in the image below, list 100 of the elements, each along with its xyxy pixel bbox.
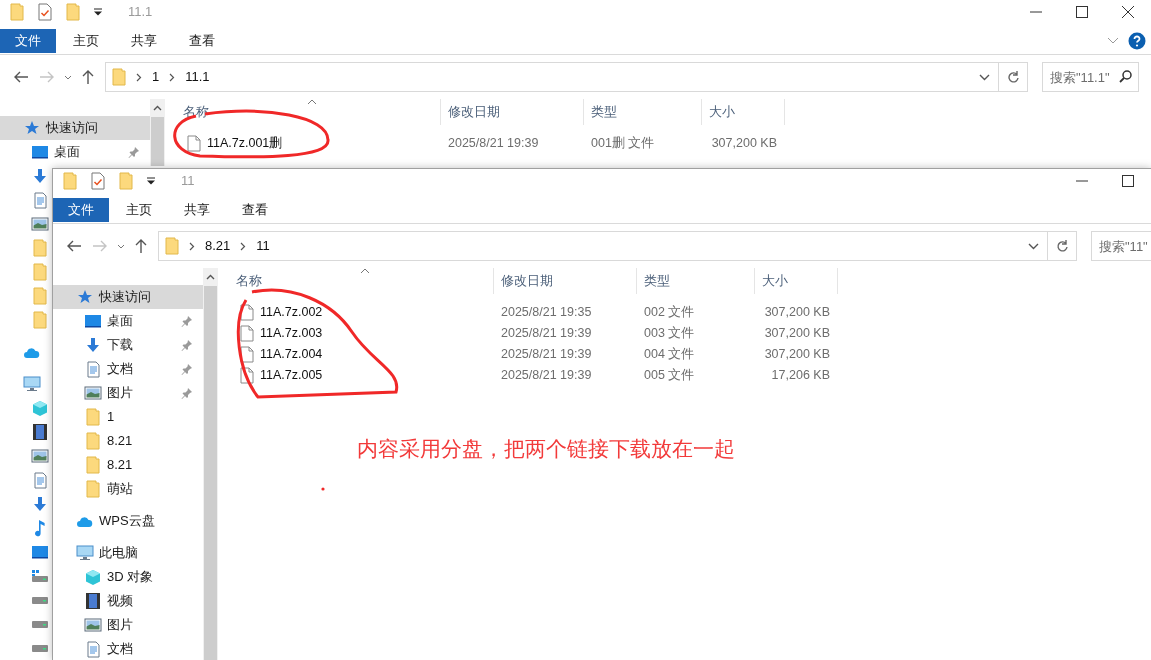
document-icon xyxy=(85,360,101,378)
ribbon-tab[interactable]: 文件 xyxy=(53,197,109,222)
music-note-icon xyxy=(33,519,47,537)
properties-icon[interactable] xyxy=(91,172,105,190)
nav-item[interactable]: 文档 xyxy=(107,359,133,379)
ribbon-tab[interactable]: 共享 xyxy=(169,197,225,222)
nav-item[interactable]: 桌面 xyxy=(54,142,80,162)
chevron-right-icon xyxy=(169,72,176,82)
scrollbar[interactable] xyxy=(203,268,218,660)
nav-item[interactable]: 3D 对象 xyxy=(107,567,154,587)
scrollbar-thumb[interactable] xyxy=(151,117,164,166)
address-bar[interactable]: 1 11.1 xyxy=(105,62,999,92)
nav-item[interactable]: WPS云盘 xyxy=(99,511,155,531)
pin-icon[interactable] xyxy=(181,387,193,399)
address-bar[interactable]: 8.21 11 xyxy=(158,231,1048,261)
chevron-right-icon xyxy=(136,72,142,82)
pin-icon[interactable] xyxy=(128,146,140,158)
ribbon-tab[interactable]: 主页 xyxy=(111,197,167,222)
search-icon xyxy=(1119,70,1132,83)
up-arrow-icon[interactable] xyxy=(82,70,94,84)
file-size: 17,206 KB xyxy=(771,368,830,383)
dropdown-arrow-icon[interactable] xyxy=(147,177,155,185)
maximize-icon[interactable] xyxy=(1076,6,1088,18)
folder-icon xyxy=(33,239,47,257)
help-icon[interactable] xyxy=(1128,31,1146,50)
file-type: 001删 文件 xyxy=(591,136,655,151)
column-header[interactable]: 类型 xyxy=(591,102,617,122)
close-icon[interactable] xyxy=(1122,6,1134,18)
scroll-up-icon[interactable] xyxy=(206,274,215,280)
scrollbar[interactable] xyxy=(150,99,165,166)
refresh-icon[interactable] xyxy=(1055,239,1069,253)
pin-icon[interactable] xyxy=(181,363,193,375)
nav-item-highlight[interactable]: 快速访问 xyxy=(0,116,150,140)
back-arrow-icon[interactable] xyxy=(14,71,28,83)
scrollbar-thumb[interactable] xyxy=(204,286,217,660)
breadcrumb[interactable]: 8.21 xyxy=(205,236,231,256)
ribbon-tab[interactable]: 查看 xyxy=(174,28,230,53)
dropdown-arrow-icon[interactable] xyxy=(94,8,102,16)
nav-item[interactable]: 8.21 xyxy=(107,431,133,451)
nav-item-highlight[interactable]: 快速访问 xyxy=(53,285,203,309)
file-name[interactable]: 11A.7z.002 xyxy=(260,303,323,322)
search-field[interactable]: 搜索"11.1" xyxy=(1042,62,1139,92)
properties-icon[interactable] xyxy=(38,3,52,21)
nav-item[interactable]: 桌面 xyxy=(107,311,133,331)
document-icon xyxy=(32,191,48,209)
scroll-up-icon[interactable] xyxy=(153,105,162,111)
pin-icon[interactable] xyxy=(181,315,193,327)
column-header[interactable]: 修改日期 xyxy=(501,271,553,291)
ribbon-tab[interactable]: 查看 xyxy=(227,197,283,222)
nav-item[interactable]: 快速访问 xyxy=(46,118,98,138)
drive-icon xyxy=(31,595,49,605)
refresh-icon[interactable] xyxy=(1006,70,1020,84)
column-header[interactable]: 修改日期 xyxy=(448,102,500,122)
column-header[interactable]: 大小 xyxy=(762,271,788,291)
drive-icon xyxy=(31,643,49,653)
file-name[interactable]: 11A.7z.003 xyxy=(260,324,323,343)
nav-item[interactable]: 视频 xyxy=(107,591,133,611)
nav-item[interactable]: 此电脑 xyxy=(99,543,138,563)
nav-item[interactable]: 快速访问 xyxy=(99,287,151,307)
ribbon-tab[interactable]: 主页 xyxy=(58,28,114,53)
picture-icon xyxy=(84,618,102,632)
chevron-down-icon[interactable] xyxy=(1028,242,1039,250)
nav-item[interactable]: 下载 xyxy=(107,335,133,355)
document-icon xyxy=(32,471,48,489)
folder-icon xyxy=(86,408,100,426)
maximize-icon[interactable] xyxy=(1122,175,1134,187)
folder-icon xyxy=(33,311,47,329)
drive-icon xyxy=(31,619,49,629)
nav-item[interactable]: 图片 xyxy=(107,383,133,403)
breadcrumb[interactable]: 11 xyxy=(256,236,270,256)
nav-item[interactable]: 图片 xyxy=(107,615,133,635)
cloud-icon xyxy=(76,514,94,528)
ribbon-tab[interactable]: 共享 xyxy=(116,28,172,53)
file-name[interactable]: 11A.7z.001删 xyxy=(207,134,283,153)
picture-icon xyxy=(31,449,49,463)
pin-icon[interactable] xyxy=(181,339,193,351)
file-type: 005 文件 xyxy=(644,368,695,383)
ribbon-tab[interactable]: 文件 xyxy=(0,28,56,53)
nav-item[interactable]: 8.21 xyxy=(107,455,133,475)
nav-item[interactable]: 萌站 xyxy=(107,479,133,499)
file-name[interactable]: 11A.7z.005 xyxy=(260,366,323,385)
search-field[interactable]: 搜索"11" xyxy=(1091,231,1151,261)
file-name[interactable]: 11A.7z.004 xyxy=(260,345,323,364)
caret-down-icon[interactable] xyxy=(64,74,72,80)
caret-down-icon[interactable] xyxy=(117,243,125,249)
column-header[interactable]: 大小 xyxy=(709,102,735,122)
column-header[interactable]: 类型 xyxy=(644,271,670,291)
back-arrow-icon[interactable] xyxy=(67,240,81,252)
star-icon xyxy=(77,289,93,305)
breadcrumb[interactable]: 11.1 xyxy=(185,67,210,87)
modified-date: 2025/8/21 19:39 xyxy=(501,326,592,341)
breadcrumb[interactable]: 1 xyxy=(152,67,160,87)
up-arrow-icon[interactable] xyxy=(135,239,147,253)
nav-item[interactable]: 文档 xyxy=(107,639,133,659)
column-header[interactable]: 名称 xyxy=(236,271,262,291)
file-icon xyxy=(240,346,254,363)
chevron-down-icon[interactable] xyxy=(979,73,990,81)
file-size: 307,200 KB xyxy=(764,347,830,362)
sort-ascending-icon xyxy=(307,99,317,105)
nav-item[interactable]: 1 xyxy=(107,407,115,427)
